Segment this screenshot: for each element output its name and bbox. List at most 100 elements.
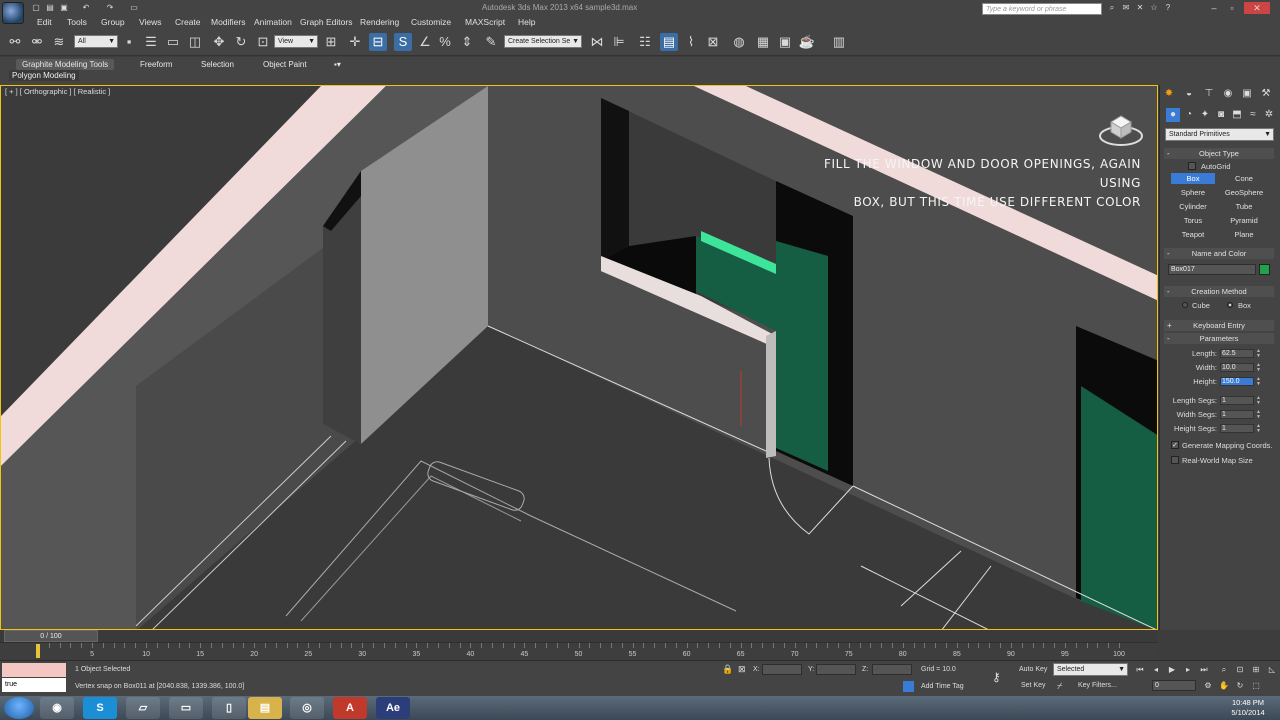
absolute-mode-icon[interactable]: ⊠ bbox=[738, 664, 746, 675]
selection-filter-dropdown[interactable]: All ▼ bbox=[74, 35, 118, 48]
field-of-view-icon[interactable]: ◺ bbox=[1266, 664, 1278, 676]
undo-icon[interactable]: ↶ bbox=[80, 2, 92, 13]
redo-icon[interactable]: ↷ bbox=[104, 2, 116, 13]
layer-explorer-icon[interactable]: ☷ bbox=[636, 33, 654, 51]
length-spinner[interactable]: ▲ ▼ bbox=[1256, 349, 1262, 359]
select-and-rotate-icon[interactable]: ↻ bbox=[232, 33, 250, 51]
length-segs-spinner[interactable]: ▲ ▼ bbox=[1256, 396, 1262, 406]
generate-mapping-checkbox[interactable]: ✓ bbox=[1171, 441, 1179, 449]
primitive-cone-button[interactable]: Cone bbox=[1222, 173, 1266, 184]
primitive-geosphere-button[interactable]: GeoSphere bbox=[1222, 187, 1266, 198]
render-production-icon[interactable]: ☕ bbox=[798, 33, 816, 51]
viewport-label[interactable]: [ + ] [ Orthographic ] [ Realistic ] bbox=[5, 87, 110, 96]
lights-icon[interactable]: ✦ bbox=[1198, 108, 1212, 122]
add-time-tag[interactable]: Add Time Tag bbox=[921, 683, 964, 690]
zoom-extents-icon[interactable]: ⊡ bbox=[1234, 664, 1246, 676]
percent-snap-icon[interactable]: % bbox=[436, 33, 454, 51]
schematic-view-icon[interactable]: ⊠ bbox=[704, 33, 722, 51]
object-name-field[interactable]: Box017 bbox=[1168, 264, 1256, 275]
real-world-map-size-checkbox[interactable] bbox=[1171, 456, 1179, 464]
edit-named-selection-icon[interactable]: ✎ bbox=[482, 33, 500, 51]
start-button[interactable] bbox=[4, 697, 34, 719]
maxscript-mini-listener[interactable] bbox=[2, 663, 66, 677]
object-color-swatch[interactable] bbox=[1259, 264, 1270, 275]
time-slider-track[interactable] bbox=[0, 630, 1158, 642]
systems-icon[interactable]: ✲ bbox=[1262, 108, 1276, 122]
application-button[interactable] bbox=[2, 2, 24, 24]
new-file-icon[interactable]: ▢ bbox=[30, 2, 42, 13]
tab-graphite-modeling-tools[interactable]: Graphite Modeling Tools bbox=[16, 59, 115, 70]
primitive-tube-button[interactable]: Tube bbox=[1222, 201, 1266, 212]
communication-icon[interactable]: ✕ bbox=[1134, 2, 1146, 13]
shapes-icon[interactable]: ◔ bbox=[1182, 108, 1196, 122]
primitive-cylinder-button[interactable]: Cylinder bbox=[1171, 201, 1215, 212]
creation-cube-radio[interactable] bbox=[1182, 302, 1188, 308]
height-spinner[interactable]: ▲ ▼ bbox=[1256, 377, 1262, 387]
modify-tab-icon[interactable]: ◒ bbox=[1182, 87, 1196, 101]
search-input[interactable]: Type a keyword or phrase bbox=[982, 3, 1102, 15]
select-and-link-icon[interactable]: ⚯ bbox=[6, 33, 24, 51]
close-icon[interactable]: ✕ bbox=[1244, 2, 1270, 14]
cameras-icon[interactable]: ◙ bbox=[1214, 108, 1228, 122]
select-by-name-icon[interactable]: ☰ bbox=[142, 33, 160, 51]
length-segs-field[interactable]: 1 bbox=[1220, 396, 1254, 405]
menu-modifiers[interactable]: Modifiers bbox=[211, 17, 245, 27]
zoom-extents-all-icon[interactable]: ⊞ bbox=[1250, 664, 1262, 676]
explorer-folder-icon[interactable]: ▤ bbox=[248, 697, 282, 719]
menu-create[interactable]: Create bbox=[175, 17, 201, 27]
toolbar-extra-icon[interactable]: ▥ bbox=[830, 33, 848, 51]
menu-rendering[interactable]: Rendering bbox=[360, 17, 399, 27]
app-folder-icon[interactable]: ▱ bbox=[126, 697, 160, 719]
motion-tab-icon[interactable]: ◉ bbox=[1221, 87, 1235, 101]
primitive-teapot-button[interactable]: Teapot bbox=[1171, 229, 1215, 240]
pivot-center-icon[interactable]: ⊞ bbox=[322, 33, 340, 51]
width-segs-field[interactable]: 1 bbox=[1220, 410, 1254, 419]
select-and-scale-icon[interactable]: ⊡ bbox=[254, 33, 272, 51]
unlink-selection-icon[interactable]: ⚮ bbox=[28, 33, 46, 51]
rectangular-selection-icon[interactable]: ▭ bbox=[164, 33, 182, 51]
primitive-box-button[interactable]: Box bbox=[1171, 173, 1215, 184]
select-and-manipulate-icon[interactable]: ✛ bbox=[346, 33, 364, 51]
project-folder-icon[interactable]: ▭ bbox=[128, 2, 140, 13]
creation-box-radio[interactable] bbox=[1227, 302, 1233, 308]
ribbon-options-icon[interactable]: ▪▾ bbox=[328, 59, 347, 70]
material-editor-icon[interactable]: ◍ bbox=[730, 33, 748, 51]
keyboard-shortcut-override-icon[interactable]: ⊟ bbox=[369, 33, 387, 51]
time-tag-icon[interactable] bbox=[903, 681, 914, 692]
next-frame-icon[interactable]: ▸ bbox=[1182, 664, 1194, 676]
z-coord-field[interactable] bbox=[872, 664, 912, 675]
auto-key-button[interactable]: Auto Key bbox=[1019, 666, 1047, 673]
snaps-toggle-icon[interactable]: S bbox=[394, 33, 412, 51]
menu-edit[interactable]: Edit bbox=[37, 17, 52, 27]
named-selection-set-dropdown[interactable]: Create Selection Se ▼ bbox=[504, 35, 582, 48]
maximize-icon[interactable]: ▫ bbox=[1224, 2, 1240, 14]
height-segs-field[interactable]: 1 bbox=[1220, 424, 1254, 433]
orbit-icon[interactable]: ↻ bbox=[1234, 680, 1246, 692]
set-key-button[interactable]: Set Key bbox=[1021, 682, 1046, 689]
menu-maxscript[interactable]: MAXScript bbox=[465, 17, 505, 27]
width-field[interactable]: 10.0 bbox=[1220, 363, 1254, 372]
reference-coordinate-dropdown[interactable]: View ▼ bbox=[274, 35, 318, 48]
height-segs-spinner[interactable]: ▲ ▼ bbox=[1256, 424, 1262, 434]
width-spinner[interactable]: ▲ ▼ bbox=[1256, 363, 1262, 373]
create-tab-icon[interactable]: ✸ bbox=[1162, 87, 1176, 101]
acrobat-icon[interactable]: A bbox=[333, 697, 367, 719]
go-to-start-icon[interactable]: ⏮ bbox=[1134, 664, 1146, 676]
play-icon[interactable]: ▶ bbox=[1166, 664, 1178, 676]
height-field[interactable]: 150.0 bbox=[1220, 377, 1254, 386]
rendered-frame-window-icon[interactable]: ▣ bbox=[776, 33, 794, 51]
viewcube-icon[interactable] bbox=[1098, 108, 1144, 148]
tab-freeform[interactable]: Freeform bbox=[134, 59, 178, 70]
geometry-category-dropdown[interactable]: Standard Primitives ▼ bbox=[1165, 128, 1274, 141]
angle-snap-icon[interactable]: ∠ bbox=[416, 33, 434, 51]
subscription-icon[interactable]: ✉ bbox=[1120, 2, 1132, 13]
system-clock[interactable]: 10:48 PM 5/10/2014 bbox=[1222, 698, 1274, 718]
skype-icon[interactable]: S bbox=[83, 697, 117, 719]
maximize-viewport-icon[interactable]: ⬚ bbox=[1250, 680, 1262, 692]
geometry-icon[interactable]: ● bbox=[1166, 108, 1180, 122]
curve-editor-icon[interactable]: ⌇ bbox=[682, 33, 700, 51]
ribbon-panel-polygon-modeling[interactable]: Polygon Modeling bbox=[9, 70, 79, 81]
previous-frame-icon[interactable]: ◂ bbox=[1150, 664, 1162, 676]
length-field[interactable]: 62.5 bbox=[1220, 349, 1254, 358]
utilities-tab-icon[interactable]: ⚒ bbox=[1259, 87, 1273, 101]
